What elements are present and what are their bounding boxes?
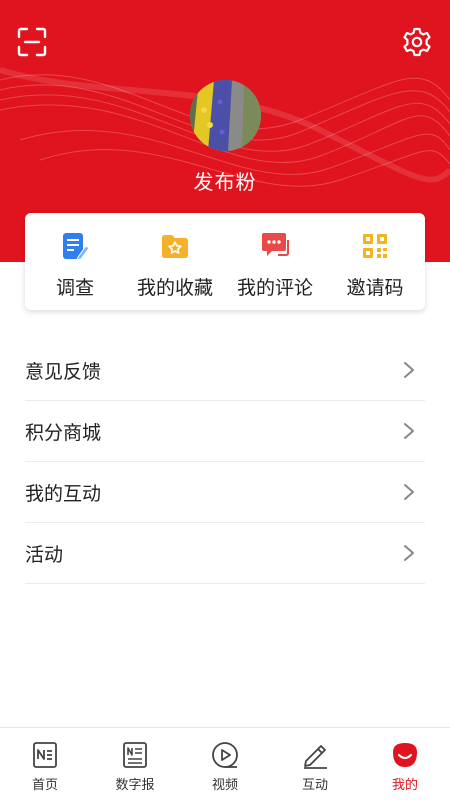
profile-smile-icon <box>393 743 417 767</box>
qr-code-icon <box>363 234 387 258</box>
survey-icon <box>63 233 90 261</box>
quick-action-comments[interactable]: 我的评论 <box>225 213 325 310</box>
tab-label: 数字报 <box>115 778 155 793</box>
pen-icon <box>304 745 327 769</box>
favorites-folder-icon <box>162 235 188 258</box>
chevron-right-icon <box>404 423 414 439</box>
username: 发布粉 <box>193 170 257 194</box>
menu-item-label: 我的互动 <box>25 482 102 505</box>
menu-item-my-interactions[interactable]: 我的互动 <box>25 462 425 523</box>
bottom-tab-bar: 首页 数字报 视频 互动 我的 <box>0 727 450 800</box>
menu-item-label: 活动 <box>25 543 64 566</box>
quick-action-label: 调查 <box>55 277 94 299</box>
tab-home[interactable]: 首页 <box>0 728 90 800</box>
quick-action-favorites[interactable]: 我的收藏 <box>125 213 225 310</box>
quick-action-label: 我的收藏 <box>136 277 213 299</box>
scan-button[interactable] <box>16 26 48 58</box>
avatar-photo <box>190 80 261 151</box>
scan-icon <box>17 27 47 57</box>
comment-icon <box>262 233 289 256</box>
home-news-icon <box>33 742 57 768</box>
tab-label: 视频 <box>211 778 238 793</box>
tab-label: 我的 <box>391 778 418 793</box>
chevron-right-icon <box>404 545 414 561</box>
quick-action-label: 我的评论 <box>236 277 313 299</box>
menu-item-activities[interactable]: 活动 <box>25 523 425 584</box>
gear-icon <box>403 27 431 57</box>
tab-interaction[interactable]: 互动 <box>270 728 360 800</box>
tab-profile[interactable]: 我的 <box>360 728 450 800</box>
menu-item-label: 积分商城 <box>25 421 102 444</box>
quick-actions-card: 调查 我的收藏 我的评论 邀请码 <box>25 213 425 310</box>
quick-action-label: 邀请码 <box>346 277 404 299</box>
quick-action-survey[interactable]: 调查 <box>25 213 125 310</box>
video-play-icon <box>212 742 238 768</box>
settings-menu: 意见反馈 积分商城 我的互动 活动 <box>25 340 425 584</box>
digital-paper-icon <box>123 742 147 768</box>
settings-button[interactable] <box>401 26 433 58</box>
menu-item-feedback[interactable]: 意见反馈 <box>25 340 425 401</box>
quick-action-invite-code[interactable]: 邀请码 <box>325 213 425 310</box>
chevron-right-icon <box>404 362 414 378</box>
chevron-right-icon <box>404 484 414 500</box>
tab-digital-paper[interactable]: 数字报 <box>90 728 180 800</box>
avatar[interactable] <box>190 80 261 151</box>
tab-label: 互动 <box>301 778 328 793</box>
tab-label: 首页 <box>31 778 58 793</box>
menu-item-label: 意见反馈 <box>25 360 102 383</box>
menu-item-points-mall[interactable]: 积分商城 <box>25 401 425 462</box>
tab-video[interactable]: 视频 <box>180 728 270 800</box>
